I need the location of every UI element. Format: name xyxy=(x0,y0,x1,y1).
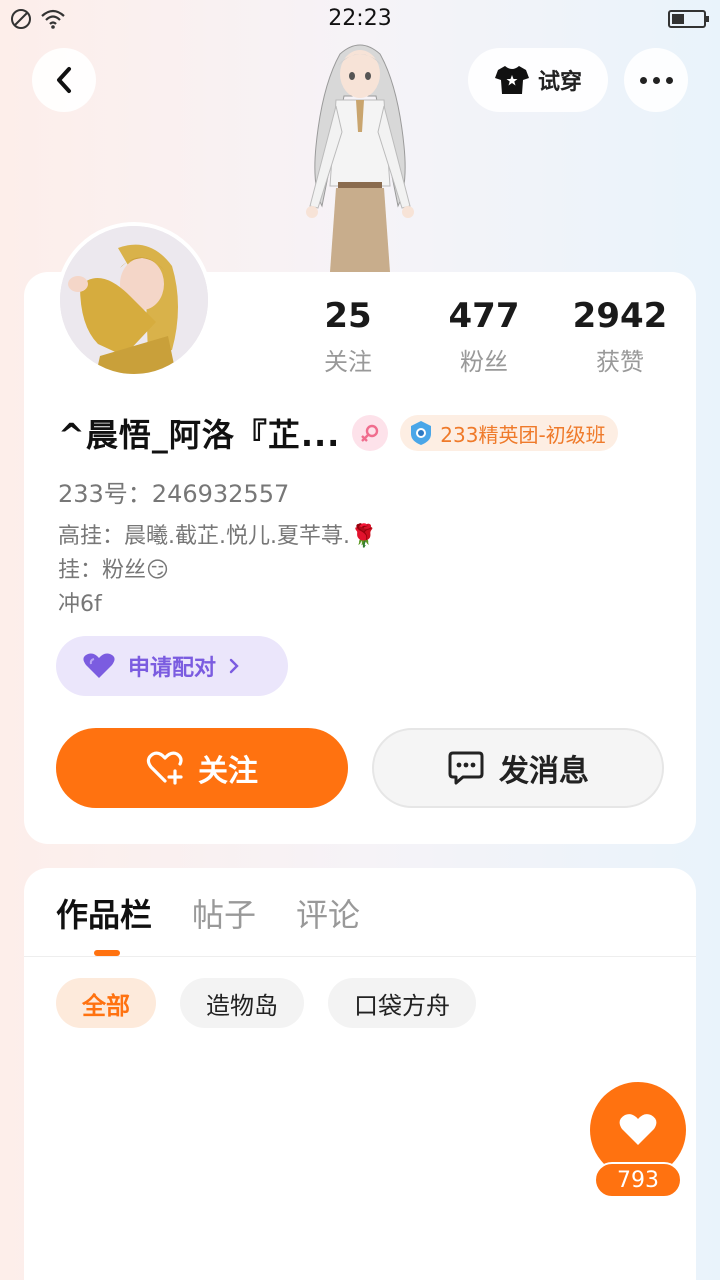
follow-button[interactable]: 关注 xyxy=(56,728,348,808)
heart-icon xyxy=(83,653,115,678)
avatar-3d-figure[interactable] xyxy=(280,36,440,272)
bio: 高挂：晨曦.截芷.悦儿.夏芊荨.🌹 挂：粉丝😏 冲6f xyxy=(58,520,377,622)
bio-line: 挂：粉丝😏 xyxy=(58,558,169,583)
heart-icon xyxy=(619,1114,657,1145)
stat-likes[interactable]: 2942 获赞 xyxy=(550,296,690,377)
try-on-button[interactable]: 试穿 xyxy=(468,48,608,112)
follow-label: 关注 xyxy=(198,754,258,789)
filter-chips: 全部 造物岛 口袋方舟 xyxy=(56,978,476,1028)
heart-plus-icon xyxy=(146,751,183,785)
stat-fans[interactable]: 477 粉丝 xyxy=(414,296,554,377)
tab-works[interactable]: 作品栏 xyxy=(56,890,152,936)
status-bar: 22:23 xyxy=(0,0,720,38)
tab-comments[interactable]: 评论 xyxy=(296,890,360,936)
avatar-image xyxy=(60,226,208,374)
message-button[interactable]: 发消息 xyxy=(372,728,664,808)
chevron-left-icon xyxy=(57,67,71,93)
pair-request-button[interactable]: 申请配对 xyxy=(56,636,288,696)
chevron-right-icon xyxy=(229,658,239,674)
shield-badge-icon xyxy=(411,421,432,445)
battery-icon xyxy=(668,10,709,28)
stat-likes-num: 2942 xyxy=(572,296,668,336)
stat-following-num: 25 xyxy=(324,296,372,336)
avatar[interactable] xyxy=(56,222,212,378)
like-count: 793 xyxy=(594,1162,682,1198)
content-tabs: 作品栏 帖子 评论 xyxy=(56,890,360,936)
stat-fans-num: 477 xyxy=(448,296,520,336)
status-time: 22:23 xyxy=(328,6,392,31)
tshirt-icon xyxy=(494,66,529,94)
tab-posts[interactable]: 帖子 xyxy=(192,890,256,936)
divider xyxy=(24,956,696,957)
more-button[interactable] xyxy=(624,48,688,112)
stat-fans-label: 粉丝 xyxy=(460,348,508,376)
filter-chip-creation-island[interactable]: 造物岛 xyxy=(180,978,304,1028)
stat-following-label: 关注 xyxy=(324,348,372,376)
rank-badge-label: 233精英团-初级班 xyxy=(440,422,606,447)
pair-request-label: 申请配对 xyxy=(128,656,217,681)
try-on-label: 试穿 xyxy=(537,70,582,95)
more-dots-icon xyxy=(639,76,673,84)
filter-chip-pocket-ark[interactable]: 口袋方舟 xyxy=(328,978,476,1028)
filter-chip-all[interactable]: 全部 xyxy=(56,978,156,1028)
female-icon xyxy=(352,415,389,451)
stat-likes-label: 获赞 xyxy=(596,348,644,376)
stat-following[interactable]: 25 关注 xyxy=(278,296,418,377)
chat-bubble-icon xyxy=(448,751,484,785)
user-id: 233号：246932557 xyxy=(58,480,290,508)
bio-line: 高挂：晨曦.截芷.悦儿.夏芊荨.🌹 xyxy=(58,524,378,549)
rank-badge[interactable]: 233精英团-初级班 xyxy=(400,415,618,451)
message-label: 发消息 xyxy=(499,754,589,789)
bio-line: 冲6f xyxy=(58,592,102,617)
back-button[interactable] xyxy=(32,48,96,112)
user-name: ^晨悟_阿洛『芷... xyxy=(58,416,341,454)
name-row: ^晨悟_阿洛『芷... 233精英团-初级班 xyxy=(58,410,618,456)
